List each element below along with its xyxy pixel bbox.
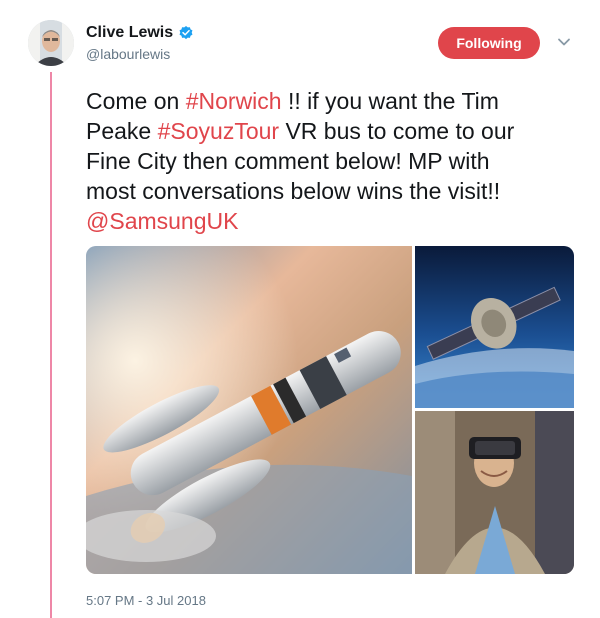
tweet-text-line: Fine City then comment below! MP with [86, 146, 586, 176]
tweet-text-segment: VR bus to come to our [279, 118, 515, 144]
tweet-text-segment: Fine City then comment below! MP with [86, 148, 490, 174]
vr-headset-person-photo[interactable] [415, 411, 574, 574]
tweet-text-segment: !! if you want the Tim [281, 88, 499, 114]
tweet-text-line: most conversations below wins the visit!… [86, 176, 586, 206]
tweet-text-segment: most conversations below wins the visit!… [86, 178, 501, 204]
tweet-text-line: @SamsungUK [86, 206, 586, 236]
tweet-text: Come on #Norwich !! if you want the Tim P… [86, 86, 586, 236]
tweet-text-line: Peake #SoyuzTour VR bus to come to our [86, 116, 586, 146]
author-handle[interactable]: @labourlewis [86, 46, 170, 62]
avatar[interactable] [28, 20, 74, 66]
tweet-text-segment: Peake [86, 118, 158, 144]
spacecraft-over-earth-photo[interactable] [415, 246, 574, 408]
verified-badge-icon [179, 26, 193, 40]
chevron-down-icon[interactable] [557, 35, 571, 49]
tweet-text-segment: Come on [86, 88, 186, 114]
mention-link[interactable]: @SamsungUK [86, 208, 238, 234]
soyuz-rocket-photo[interactable] [86, 246, 412, 574]
following-button[interactable]: Following [438, 27, 540, 59]
thread-connector-line [50, 72, 52, 618]
tweet-media-grid [86, 246, 574, 574]
tweet-timestamp[interactable]: 5:07 PM - 3 Jul 2018 [86, 593, 206, 608]
author-name-row: Clive Lewis [86, 24, 194, 42]
hashtag-link[interactable]: #Norwich [186, 88, 282, 114]
author-display-name[interactable]: Clive Lewis [86, 24, 173, 42]
tweet-text-line: Come on #Norwich !! if you want the Tim [86, 86, 586, 116]
hashtag-link[interactable]: #SoyuzTour [158, 118, 279, 144]
